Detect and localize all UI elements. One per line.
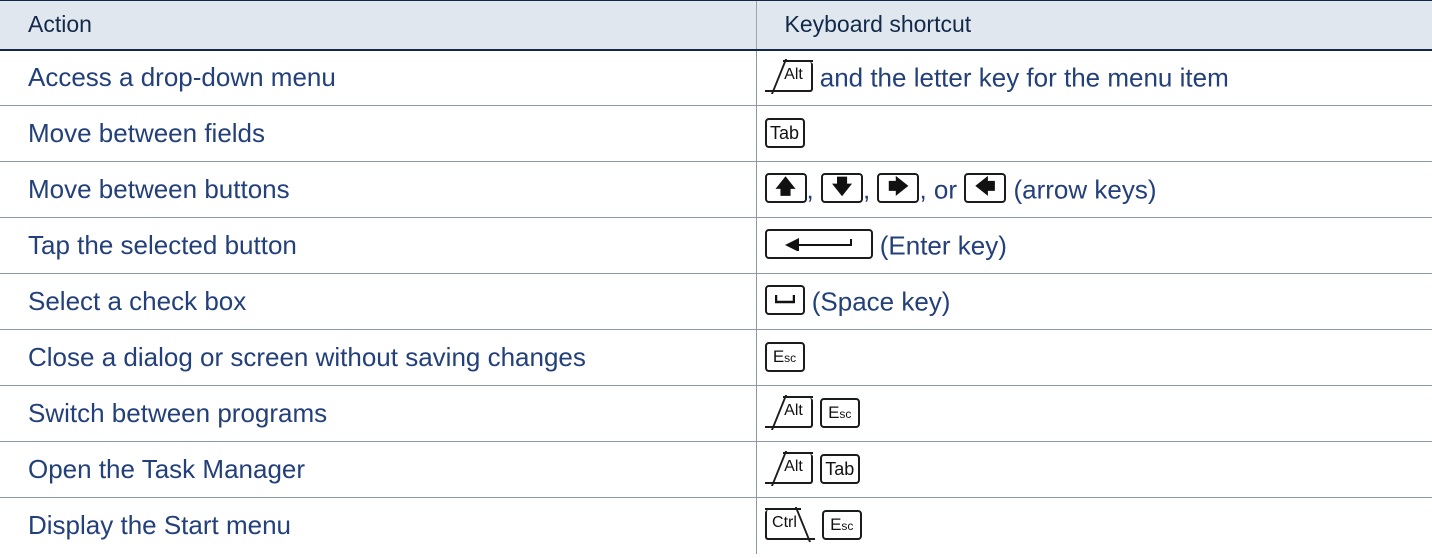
header-shortcut: Keyboard shortcut: [755, 0, 1432, 51]
enter-key-icon: [764, 229, 873, 260]
shortcut-cell: Tab: [755, 105, 1432, 162]
table-row: Open the Task Manager Alt Tab: [0, 441, 1432, 498]
shortcut-note: (arrow keys): [1013, 174, 1157, 205]
action-cell: Select a check box: [0, 273, 756, 330]
space-key-icon: [764, 285, 805, 316]
table-row: Access a drop-down menu Alt and the lett…: [0, 49, 1432, 106]
esc-key-icon: Esc: [819, 398, 860, 429]
arrow-right-key-icon: 🡆: [877, 173, 920, 204]
table-row: Close a dialog or screen without saving …: [0, 329, 1432, 386]
alt-key-icon: Alt: [764, 452, 813, 485]
table-row: Display the Start menu Ctrl Esc: [0, 497, 1432, 554]
shortcuts-table: Action Keyboard shortcut Access a drop-d…: [0, 0, 1432, 554]
esc-key-icon: Esc: [764, 342, 805, 373]
or-text: or: [933, 174, 958, 205]
shortcut-cell: Alt and the letter key for the menu item: [755, 49, 1432, 106]
shortcut-cell: (Enter key): [755, 217, 1432, 274]
action-cell: Close a dialog or screen without saving …: [0, 329, 756, 386]
shortcut-cell: Alt Esc: [755, 385, 1432, 442]
action-cell: Move between fields: [0, 105, 756, 162]
shortcut-cell: (Space key): [755, 273, 1432, 330]
comma: ,: [806, 174, 814, 205]
alt-key-icon: Alt: [764, 396, 813, 429]
action-cell: Open the Task Manager: [0, 441, 756, 498]
alt-key-icon: Alt: [764, 59, 813, 92]
action-cell: Switch between programs: [0, 385, 756, 442]
shortcut-note: (Space key): [811, 286, 951, 317]
table-row: Tap the selected button (Enter key): [0, 217, 1432, 274]
shortcut-cell: 🡅, 🡇, 🡆, or 🡄 (arrow keys): [755, 161, 1432, 218]
shortcut-cell: Ctrl Esc: [755, 497, 1432, 554]
tab-key-icon: Tab: [764, 118, 805, 149]
action-cell: Tap the selected button: [0, 217, 756, 274]
arrow-down-key-icon: 🡇: [820, 173, 863, 204]
action-cell: Access a drop-down menu: [0, 49, 756, 106]
shortcut-cell: Alt Tab: [755, 441, 1432, 498]
shortcut-note: and the letter key for the menu item: [819, 63, 1229, 94]
table-row: Switch between programs Alt Esc: [0, 385, 1432, 442]
arrow-left-key-icon: 🡄: [964, 173, 1007, 204]
ctrl-key-icon: Ctrl: [764, 508, 815, 541]
esc-key-icon: Esc: [821, 510, 862, 541]
comma: ,: [862, 174, 871, 205]
arrow-up-key-icon: 🡅: [764, 173, 807, 204]
comma: ,: [919, 174, 927, 205]
header-action: Action: [0, 0, 756, 51]
shortcut-note: (Enter key): [879, 230, 1007, 261]
tab-key-icon: Tab: [819, 454, 860, 485]
action-cell: Display the Start menu: [28, 510, 292, 541]
table-row: Move between buttons 🡅, 🡇, 🡆, or 🡄 (arro…: [0, 161, 1432, 218]
header-row: Action Keyboard shortcut: [0, 0, 1432, 51]
table-row: Select a check box (Space key): [0, 273, 1432, 330]
table-row: Move between fields Tab: [0, 105, 1432, 162]
action-cell: Move between buttons: [0, 161, 756, 218]
shortcut-cell: Esc: [755, 329, 1432, 386]
